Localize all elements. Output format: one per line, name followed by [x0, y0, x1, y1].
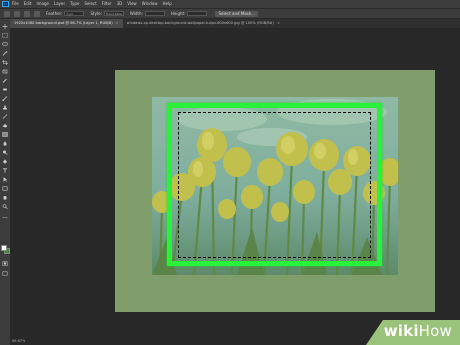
close-icon[interactable]: ×	[116, 21, 119, 25]
hand-tool-icon[interactable]	[2, 195, 8, 200]
pen-tool-icon[interactable]	[2, 159, 8, 164]
wikihow-logo: wikiHow	[383, 322, 452, 340]
photoshop-logo: Ps	[2, 1, 9, 7]
height-label: Height:	[170, 11, 186, 16]
menu-window[interactable]: Window	[142, 0, 158, 8]
lasso-tool-icon[interactable]	[2, 42, 8, 47]
path-selection-tool-icon[interactable]	[2, 177, 8, 182]
new-selection-icon[interactable]	[14, 10, 20, 17]
width-label: Width:	[129, 11, 143, 16]
foreground-color-swatch[interactable]	[1, 245, 7, 251]
menu-view[interactable]: View	[127, 0, 137, 8]
menu-3d[interactable]: 3D	[117, 0, 123, 8]
menu-type[interactable]: Type	[70, 0, 79, 8]
tab-label: windows-xp-desktop-background-wallpaper-…	[126, 21, 275, 25]
gradient-tool-icon[interactable]	[2, 132, 8, 137]
dodge-tool-icon[interactable]	[2, 150, 8, 155]
menu-image[interactable]: Image	[36, 0, 49, 8]
feather-input[interactable]: 0 px	[64, 11, 85, 16]
tab-background-psd[interactable]: 1920x1080 background.psd @ 66.7% (Layer …	[10, 19, 123, 28]
tools-panel	[0, 19, 10, 345]
subtract-selection-icon[interactable]	[34, 10, 40, 17]
zoom-tool-icon[interactable]	[2, 204, 8, 209]
menu-bar: Ps File Edit Image Layer Type Select Fil…	[0, 0, 460, 8]
add-selection-icon[interactable]	[24, 10, 30, 17]
document-workspace	[10, 28, 460, 345]
frame-tool-icon[interactable]	[2, 69, 8, 74]
close-icon[interactable]: ×	[277, 21, 280, 25]
tab-label: 1920x1080 background.psd @ 66.7% (Layer …	[14, 21, 113, 25]
options-bar: Feather: 0 px Style: Fixed Ratio Width: …	[0, 8, 460, 19]
style-select[interactable]: Fixed Ratio	[103, 11, 124, 16]
menu-edit[interactable]: Edit	[24, 0, 32, 8]
menu-select[interactable]: Select	[84, 0, 96, 8]
quick-mask-icon[interactable]	[2, 261, 8, 266]
menu-layer[interactable]: Layer	[54, 0, 65, 8]
menu-file[interactable]: File	[12, 0, 19, 8]
brush-tool-icon[interactable]	[2, 96, 8, 101]
history-brush-tool-icon[interactable]	[2, 114, 8, 119]
feather-label: Feather:	[46, 11, 63, 16]
quick-selection-tool-icon[interactable]	[2, 51, 8, 56]
menu-filter[interactable]: Filter	[102, 0, 112, 8]
marquee-tool-icon[interactable]	[2, 33, 8, 38]
screen-mode-icon[interactable]	[2, 271, 8, 276]
edit-toolbar-icon[interactable]	[2, 215, 8, 220]
zoom-status: 66.67%	[12, 339, 26, 343]
clone-stamp-tool-icon[interactable]	[2, 105, 8, 110]
selection-highlight-frame	[167, 103, 382, 266]
tab-tulips-jpg[interactable]: windows-xp-desktop-background-wallpaper-…	[123, 19, 284, 28]
type-tool-icon[interactable]	[2, 168, 8, 173]
healing-brush-tool-icon[interactable]	[2, 87, 8, 92]
width-input[interactable]	[144, 11, 165, 16]
menu-help[interactable]: Help	[162, 0, 171, 8]
blur-tool-icon[interactable]	[2, 141, 8, 146]
document-tabs: 1920x1080 background.psd @ 66.7% (Layer …	[10, 19, 460, 28]
select-and-mask-button[interactable]: Select and Mask...	[215, 10, 258, 17]
rectangle-tool-icon[interactable]	[2, 186, 8, 191]
document-canvas[interactable]	[115, 70, 435, 312]
style-label: Style:	[90, 11, 102, 16]
move-tool-icon[interactable]	[2, 24, 8, 29]
height-input[interactable]	[187, 11, 208, 16]
eraser-tool-icon[interactable]	[2, 123, 8, 128]
eyedropper-tool-icon[interactable]	[2, 78, 8, 83]
marquee-tool-icon[interactable]	[4, 10, 10, 17]
crop-tool-icon[interactable]	[2, 60, 8, 65]
